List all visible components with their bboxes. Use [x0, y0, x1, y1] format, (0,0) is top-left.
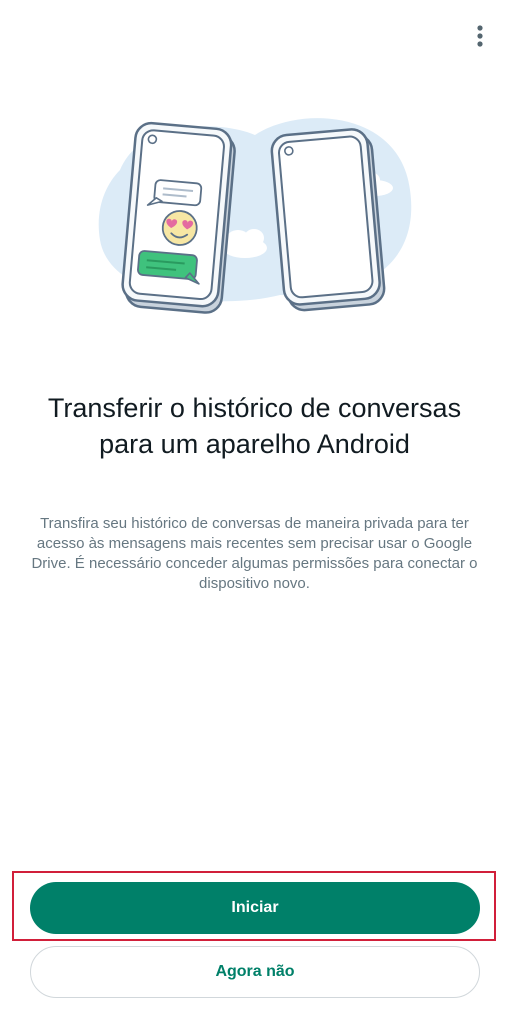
page-title: Transferir o histórico de conversas para… — [47, 393, 462, 459]
more-vert-icon — [477, 25, 483, 47]
cloud-icon — [223, 229, 267, 258]
page-description: Transfira seu histórico de conversas de … — [31, 515, 478, 592]
more-options-button[interactable] — [464, 20, 496, 52]
not-now-button[interactable]: Agora não — [30, 946, 480, 998]
transfer-illustration — [98, 118, 412, 314]
right-phone-icon — [270, 128, 386, 312]
start-button[interactable]: Iniciar — [30, 882, 480, 934]
left-phone-icon — [121, 121, 236, 314]
